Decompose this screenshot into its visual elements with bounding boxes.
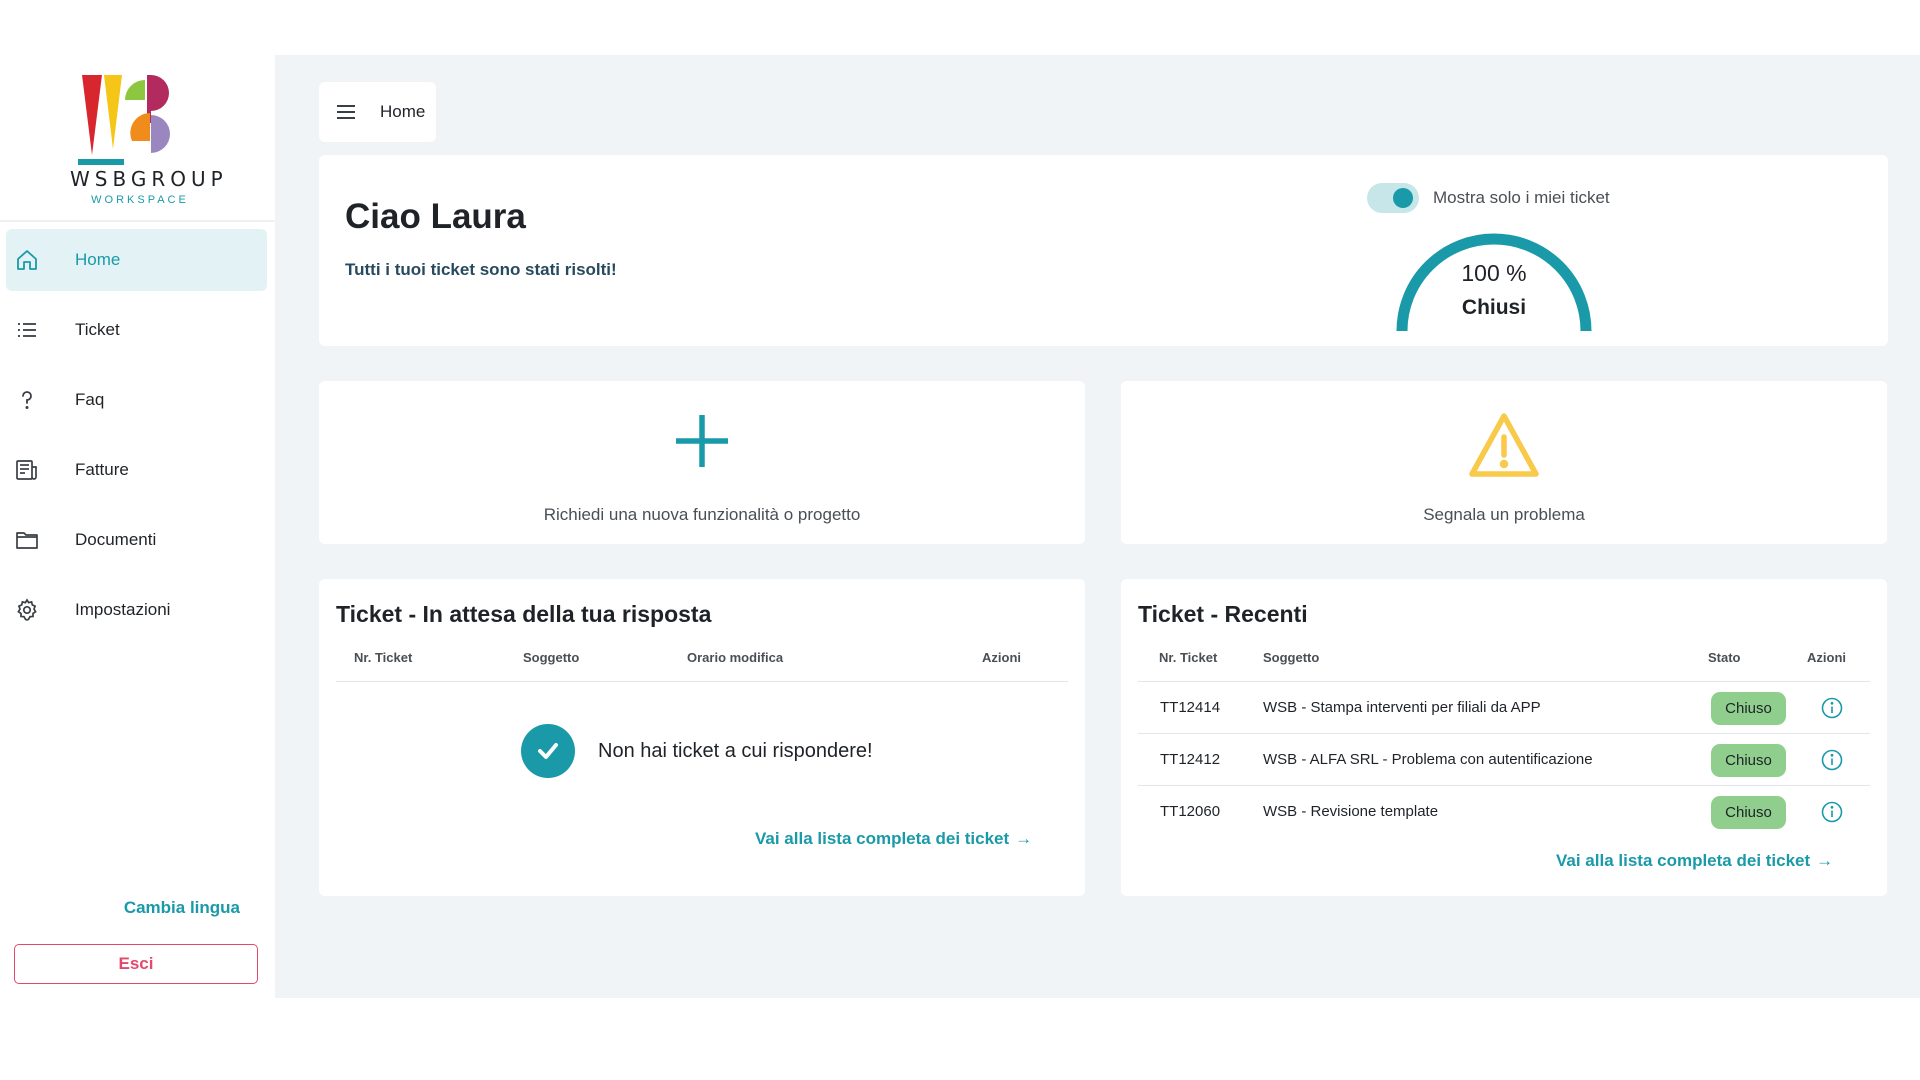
welcome-card: Ciao Laura Tutti i tuoi ticket sono stat… xyxy=(319,155,1888,346)
sidebar-item-documenti[interactable]: Documenti xyxy=(0,509,275,571)
sidebar-item-impostazioni[interactable]: Impostazioni xyxy=(0,579,275,641)
breadcrumb: Home xyxy=(319,82,436,142)
link-label: Vai alla lista completa dei ticket xyxy=(755,829,1010,848)
toggle-switch[interactable] xyxy=(1367,183,1419,213)
breadcrumb-current: Home xyxy=(380,102,426,121)
logo-subtitle: WORKSPACE xyxy=(91,194,189,206)
wsbgroup-logo[interactable]: WSBGROUP WORKSPACE xyxy=(70,63,228,213)
check-circle-icon xyxy=(521,724,575,778)
status-badge: Chiuso xyxy=(1711,744,1786,777)
my-tickets-toggle[interactable]: Mostra solo i miei ticket xyxy=(1367,183,1610,213)
report-problem-card[interactable]: Segnala un problema xyxy=(1121,381,1887,544)
ticket-number: TT12412 xyxy=(1160,751,1221,768)
table-row[interactable]: TT12060 WSB - Revisione template Chiuso xyxy=(1138,786,1870,838)
plus-icon xyxy=(319,411,1085,483)
ticket-subject: WSB - Stampa interventi per filiali da A… xyxy=(1263,699,1541,716)
sidebar-item-label: Faq xyxy=(75,390,105,409)
full-ticket-list-link[interactable]: Vai alla lista completa dei ticket → xyxy=(755,829,1032,849)
column-header-number[interactable]: Nr. Ticket xyxy=(354,650,412,665)
warning-icon xyxy=(1121,411,1887,483)
table-row[interactable]: TT12412 WSB - ALFA SRL - Problema con au… xyxy=(1138,734,1870,786)
folder-icon xyxy=(14,527,40,553)
column-header-actions: Azioni xyxy=(982,650,1021,665)
arrow-right-icon: → xyxy=(1816,851,1834,870)
ticket-subject: WSB - Revisione template xyxy=(1263,803,1439,820)
link-label: Vai alla lista completa dei ticket xyxy=(1556,851,1811,870)
column-header-modified[interactable]: Orario modifica xyxy=(687,650,783,665)
status-badge: Chiuso xyxy=(1711,796,1786,829)
sidebar-item-faq[interactable]: Faq xyxy=(0,369,275,431)
report-problem-label: Segnala un problema xyxy=(1423,505,1585,524)
question-icon xyxy=(14,387,40,413)
ticket-subject: WSB - ALFA SRL - Problema con autentific… xyxy=(1263,751,1593,768)
home-icon xyxy=(14,247,40,273)
hamburger-menu-icon[interactable] xyxy=(335,101,357,128)
sidebar-item-label: Ticket xyxy=(75,320,120,339)
logo-mark-icon xyxy=(78,75,170,165)
ticket-number: TT12414 xyxy=(1160,699,1221,716)
column-header-subject[interactable]: Soggetto xyxy=(1263,650,1319,665)
invoice-icon xyxy=(14,457,40,483)
logout-button[interactable]: Esci xyxy=(14,944,258,984)
info-icon[interactable] xyxy=(1821,697,1843,719)
list-icon xyxy=(14,317,40,343)
sidebar-item-label: Fatture xyxy=(75,460,129,479)
sidebar-item-fatture[interactable]: Fatture xyxy=(0,439,275,501)
column-header-status[interactable]: Stato xyxy=(1708,650,1741,665)
column-header-subject[interactable]: Soggetto xyxy=(523,650,579,665)
empty-state-text: Non hai ticket a cui rispondere! xyxy=(598,739,873,762)
table-row[interactable]: TT12414 WSB - Stampa interventi per fili… xyxy=(1138,682,1870,734)
awaiting-tickets-title: Ticket - In attesa della tua risposta xyxy=(336,601,712,627)
recent-tickets-title: Ticket - Recenti xyxy=(1138,601,1308,627)
column-header-actions: Azioni xyxy=(1807,650,1846,665)
awaiting-tickets-card: Ticket - In attesa della tua risposta Nr… xyxy=(319,579,1085,896)
logo-wordmark: WSBGROUP xyxy=(70,167,228,191)
arrow-right-icon: → xyxy=(1015,829,1033,848)
status-badge: Chiuso xyxy=(1711,692,1786,725)
new-request-card[interactable]: Richiedi una nuova funzionalità o proget… xyxy=(319,381,1085,544)
sidebar-item-label: Home xyxy=(75,250,121,269)
table-header-divider xyxy=(336,681,1068,682)
info-icon[interactable] xyxy=(1821,749,1843,771)
recent-tickets-card: Ticket - Recenti Nr. Ticket Soggetto Sta… xyxy=(1121,579,1887,896)
sidebar: WSBGROUP WORKSPACE Home Ticket Faq Fattu… xyxy=(0,55,275,998)
info-icon[interactable] xyxy=(1821,801,1843,823)
sidebar-item-ticket[interactable]: Ticket xyxy=(0,299,275,361)
sidebar-nav: Home Ticket Faq Fatture Documenti Impost… xyxy=(0,229,275,649)
sidebar-item-label: Impostazioni xyxy=(75,600,171,619)
full-ticket-list-link[interactable]: Vai alla lista completa dei ticket → xyxy=(1556,851,1833,871)
gauge-value: 100 % xyxy=(1461,260,1527,286)
new-request-label: Richiedi una nuova funzionalità o proget… xyxy=(543,505,861,524)
sidebar-item-label: Documenti xyxy=(75,530,157,549)
ticket-number: TT12060 xyxy=(1160,803,1221,820)
toggle-label: Mostra solo i miei ticket xyxy=(1433,188,1610,207)
change-language-link[interactable]: Cambia lingua xyxy=(0,898,240,918)
toggle-knob xyxy=(1393,188,1413,208)
sidebar-item-home[interactable]: Home xyxy=(6,229,267,291)
gear-icon xyxy=(14,597,40,623)
column-header-number[interactable]: Nr. Ticket xyxy=(1159,650,1217,665)
sidebar-divider xyxy=(0,220,275,222)
empty-state: Non hai ticket a cui rispondere! xyxy=(521,724,873,778)
gauge-label: Chiusi xyxy=(1461,296,1527,319)
welcome-title: Ciao Laura xyxy=(345,197,526,236)
welcome-subtitle: Tutti i tuoi ticket sono stati risolti! xyxy=(345,260,617,279)
